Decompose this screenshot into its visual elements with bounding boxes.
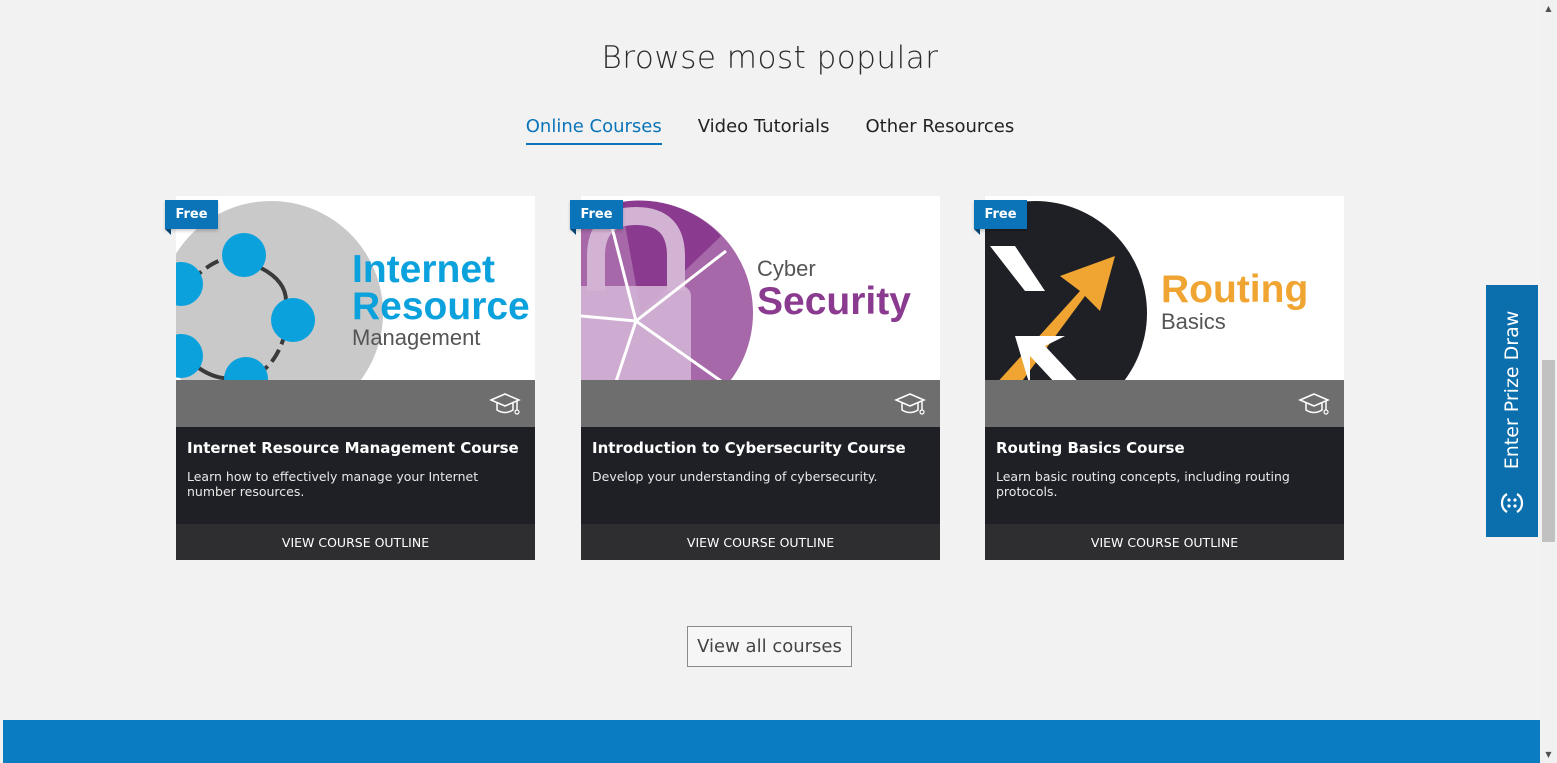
tab-other-resources[interactable]: Other Resources	[865, 116, 1014, 145]
course-hero-image: Internet Resource Management	[176, 196, 535, 427]
hero-line-1: Routing	[1161, 268, 1309, 311]
course-card-routing-basics[interactable]: Routing Basics Routing Basics Course Lea…	[985, 196, 1344, 560]
footer-bar	[3, 720, 1540, 763]
prize-draw-label: Enter Prize Draw	[1501, 310, 1523, 470]
hero-line-2: Security	[757, 280, 911, 323]
tab-video-tutorials[interactable]: Video Tutorials	[698, 116, 830, 145]
hero-line-2: Resource	[352, 285, 530, 328]
graduation-cap-icon	[489, 393, 521, 415]
scrollbar-thumb[interactable]	[1542, 360, 1555, 542]
scroll-down-arrow-icon[interactable]: ▼	[1544, 750, 1553, 759]
view-all-courses-button[interactable]: View all courses	[687, 626, 852, 667]
smiley-chat-icon	[1500, 493, 1524, 513]
enter-prize-draw-tab[interactable]: Enter Prize Draw	[1486, 285, 1538, 537]
course-description: Develop your understanding of cybersecur…	[592, 469, 878, 484]
free-badge: Free	[570, 200, 623, 235]
hero-band	[176, 380, 535, 427]
section-heading: Browse most popular	[601, 40, 939, 76]
course-hero-image: Routing Basics	[985, 196, 1344, 427]
free-badge: Free	[165, 200, 218, 235]
course-title: Internet Resource Management Course	[187, 439, 519, 457]
course-description: Learn how to effectively manage your Int…	[187, 469, 479, 499]
course-title: Introduction to Cybersecurity Course	[592, 439, 906, 457]
course-info: Routing Basics Course Learn basic routin…	[985, 427, 1344, 524]
graduation-cap-icon	[894, 393, 926, 415]
browse-popular-section: Browse most popular Online Courses Video…	[0, 0, 1540, 763]
course-tabs: Online Courses Video Tutorials Other Res…	[0, 116, 1540, 145]
course-card-cybersecurity[interactable]: Cyber Security Introduction to Cybersecu…	[581, 196, 940, 560]
graduation-cap-icon	[1298, 393, 1330, 415]
course-info: Introduction to Cybersecurity Course Dev…	[581, 427, 940, 524]
view-course-outline-button[interactable]: VIEW COURSE OUTLINE	[581, 524, 940, 560]
course-description: Learn basic routing concepts, including …	[996, 469, 1290, 499]
view-course-outline-button[interactable]: VIEW COURSE OUTLINE	[985, 524, 1344, 560]
course-title: Routing Basics Course	[996, 439, 1185, 457]
course-info: Internet Resource Management Course Lear…	[176, 427, 535, 524]
free-badge: Free	[974, 200, 1027, 235]
course-hero-image: Cyber Security	[581, 196, 940, 427]
hero-line-3: Management	[352, 325, 481, 350]
course-card-internet-resource-management[interactable]: Internet Resource Management Internet Re…	[176, 196, 535, 560]
tab-online-courses[interactable]: Online Courses	[525, 116, 662, 145]
scroll-up-arrow-icon[interactable]: ▲	[1544, 4, 1553, 13]
hero-band	[985, 380, 1344, 427]
hero-band	[581, 380, 940, 427]
hero-line-1: Cyber	[757, 256, 816, 281]
view-course-outline-button[interactable]: VIEW COURSE OUTLINE	[176, 524, 535, 560]
hero-line-2: Basics	[1161, 309, 1226, 334]
